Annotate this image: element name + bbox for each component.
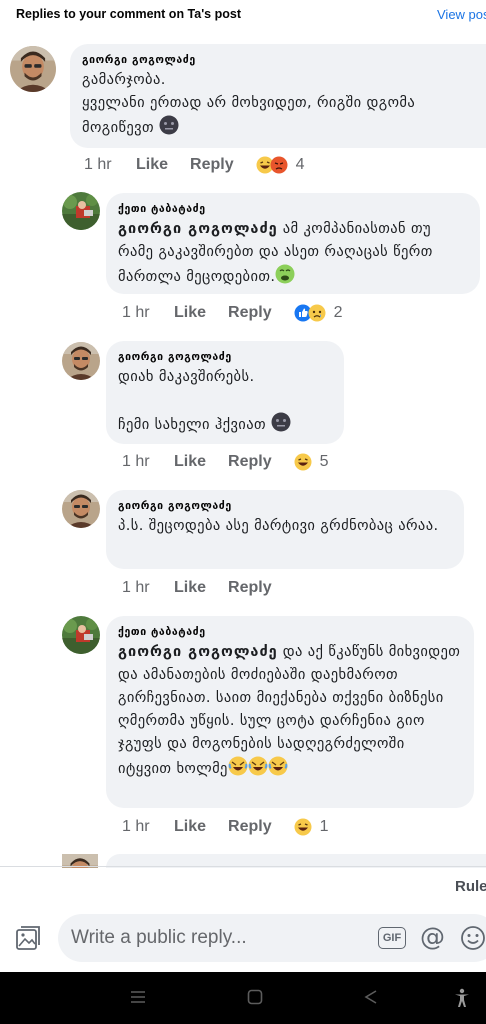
sick-face-icon <box>275 264 296 284</box>
reactions[interactable]: 1 <box>293 818 329 836</box>
comment-text: გიორგი გოგოლაძე და აქ წკაწუნს მიხვიდეთ დ… <box>118 644 461 777</box>
reaction-count: 1 <box>319 818 329 835</box>
smile-icon[interactable] <box>460 925 486 951</box>
comment-author[interactable]: გიორგი გოგოლაძე <box>118 350 332 364</box>
comment-text: პ.ს. შეცოდება ასე მარტივი გრძნობაც არაა. <box>118 518 439 534</box>
comment-bubble: ქეთი ტაბატაძე გიორგი გოგოლაძე ამ კომპანი… <box>106 193 480 294</box>
rofl-face-icon <box>267 756 288 776</box>
rofl-face-icon <box>247 756 268 776</box>
comment-actions: 1 hr Like Reply 2 <box>122 304 343 322</box>
comment-bubble: ქეთი ტაბატაძე გიორგი გოგოლაძე და აქ წკაწ… <box>106 616 474 808</box>
reaction-count: 2 <box>333 304 343 321</box>
comment-author[interactable]: ქეთი ტაბატაძე <box>118 202 468 216</box>
comment-bubble: გიორგი გოგოლაძე პ.ს. შეცოდება ასე მარტივ… <box>106 490 464 569</box>
comment-time: 1 hr <box>122 579 150 596</box>
neutral-dark-face-icon <box>271 412 291 432</box>
angry-reaction-icon <box>269 156 288 174</box>
rofl-face-icon <box>227 756 248 776</box>
reply-button[interactable]: Reply <box>228 579 272 597</box>
avatar[interactable] <box>10 46 56 92</box>
comment-text: გიორგი გოგოლაძე ამ კომპანიასთან თუ რამე … <box>118 221 433 285</box>
reaction-count: 5 <box>319 453 329 470</box>
like-button[interactable]: Like <box>174 579 206 597</box>
reaction-count: 4 <box>295 156 305 173</box>
comment-time: 1 hr <box>122 304 150 321</box>
comment-text: დიახ მაკავშირებს. ჩემი სახელი ჰქვიათ <box>118 366 332 437</box>
comment-time: 1 hr <box>122 818 150 835</box>
avatar[interactable] <box>62 342 100 380</box>
at-icon[interactable]: @ <box>420 922 446 952</box>
reply-composer: GIF @ <box>0 908 486 972</box>
sad-reaction-icon <box>307 304 326 322</box>
avatar[interactable] <box>62 192 100 230</box>
comment-actions: 1 hr Like Reply 4 <box>84 156 305 174</box>
like-button[interactable]: Like <box>136 156 168 174</box>
comment-actions: 1 hr Like Reply 5 <box>122 453 329 471</box>
divider <box>0 866 486 867</box>
comment-author[interactable]: გიორგი გოგოლაძე <box>82 53 474 67</box>
neutral-dark-face-icon <box>159 115 179 135</box>
avatar[interactable] <box>62 490 100 528</box>
like-button[interactable]: Like <box>174 304 206 322</box>
mention-link[interactable]: გიორგი გოგოლაძე <box>118 644 278 660</box>
gif-icon[interactable]: GIF <box>378 927 406 949</box>
photo-icon[interactable] <box>14 924 42 952</box>
rules-link[interactable]: Rule <box>455 878 486 895</box>
haha-reaction-icon <box>293 818 312 836</box>
avatar[interactable] <box>62 616 100 654</box>
mention-link[interactable]: გიორგი გოგოლაძე <box>118 221 278 237</box>
reply-button[interactable]: Reply <box>190 156 234 174</box>
view-post-link[interactable]: View pos <box>437 7 486 22</box>
comment-time: 1 hr <box>122 453 150 470</box>
accessibility-icon[interactable] <box>453 988 471 1008</box>
header: Replies to your comment on Ta's post Vie… <box>0 0 486 30</box>
comment-actions: 1 hr Like Reply 1 <box>122 818 329 836</box>
page-title: Replies to your comment on Ta's post <box>16 7 241 21</box>
home-icon[interactable] <box>246 988 264 1006</box>
reply-button[interactable]: Reply <box>228 818 272 836</box>
reactions[interactable]: 5 <box>293 453 329 471</box>
like-button[interactable]: Like <box>174 453 206 471</box>
comment-bubble: გიორგი გოგოლაძე დიახ მაკავშირებს. ჩემი ს… <box>106 341 344 444</box>
reactions[interactable]: 2 <box>294 304 343 322</box>
comment-author[interactable]: გიორგი გოგოლაძე <box>118 499 452 513</box>
comment-text: გამარჯობა. ყველანი ერთად არ მოხვიდეთ, რი… <box>82 72 416 136</box>
reply-button[interactable]: Reply <box>228 453 272 471</box>
back-icon[interactable] <box>362 988 380 1006</box>
haha-reaction-icon <box>293 453 312 471</box>
reactions[interactable]: 4 <box>255 156 305 174</box>
recent-apps-icon[interactable] <box>129 988 147 1006</box>
comment-bubble: გიორგი გოგოლაძე გამარჯობა. ყველანი ერთად… <box>70 44 486 148</box>
reply-button[interactable]: Reply <box>228 304 272 322</box>
comment-actions: 1 hr Like Reply <box>122 579 294 597</box>
comment-author[interactable]: ქეთი ტაბატაძე <box>118 625 462 639</box>
comment-time: 1 hr <box>84 156 112 173</box>
like-button[interactable]: Like <box>174 818 206 836</box>
system-navigation-bar <box>0 972 486 1024</box>
